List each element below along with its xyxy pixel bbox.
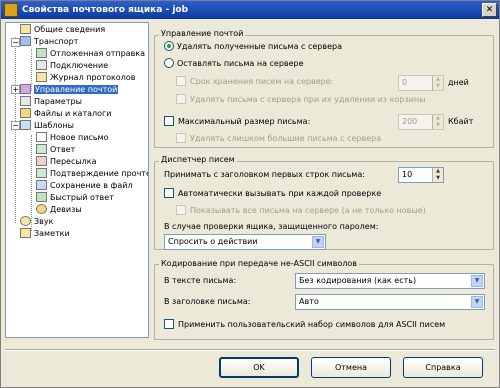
mail-management-icon [20,84,31,94]
tree-item-protocol-log[interactable]: Журнал протоколов [36,72,135,84]
quick-reply-icon [36,192,47,202]
password-check-label: В случае проверки ящика, защищенного пар… [164,222,379,231]
tree-item-forward[interactable]: Пересылка [36,156,97,168]
close-button[interactable]: ✕ [482,3,497,17]
tree-item-reply[interactable]: Ответ [36,144,75,156]
body-encoding-label: В тексте письма: [164,276,237,285]
dialog-window: Свойства почтового ящика - job ✕ Общие с… [0,0,500,388]
max-size-unit: Кбайт [448,117,474,126]
tree-item-quick-reply[interactable]: Быстрый ответ [36,192,114,204]
encoding-title: Кодирование при передаче не-ASCII символ… [159,259,360,269]
retention-unit: дней [448,78,469,87]
tree-item-sound[interactable]: Звук [20,216,53,228]
motto-icon [36,204,47,214]
keep-on-server-option[interactable]: Оставлять письма на сервере [164,58,304,70]
forward-icon [36,156,47,166]
retention-checkbox[interactable] [176,76,186,86]
sound-icon [20,216,31,226]
spinner-arrows[interactable]: ▲ ▼ [432,76,443,90]
header-encoding-label: В заголовке письма: [164,297,251,306]
delete-too-big-checkbox[interactable] [176,133,186,143]
mail-management-title: Управление почтой [159,29,246,39]
clock-icon [36,48,47,58]
help-button[interactable]: Справка [403,357,483,378]
chevron-down-icon[interactable]: ▼ [312,236,324,248]
header-encoding-select[interactable]: Авто ▼ [295,294,485,310]
settings-tree[interactable]: Общие сведения − Транспорт Отложенная от… [5,22,149,338]
delete-on-trash-checkbox[interactable] [176,94,186,104]
retention-days-spinner[interactable]: 0 ▲ ▼ [398,75,444,91]
tree-item-save-to-file[interactable]: Сохранение в файл [36,180,133,192]
tree-item-delayed-send[interactable]: Отложенная отправка [36,48,145,60]
max-size-option[interactable]: Максимальный размер письма: [164,116,310,128]
max-size-checkbox[interactable] [164,116,174,126]
mailbox-icon [4,3,18,17]
header-lines-label: Принимать с заголовком первых строк пись… [164,170,365,179]
max-size-spinner[interactable]: 200 ▲ ▼ [398,114,444,130]
read-receipt-icon [36,168,47,178]
new-letter-icon [36,132,47,142]
tree-line [15,37,16,223]
window-title: Свойства почтового ящика - job [22,5,189,15]
ok-button[interactable]: OK [219,357,299,378]
title-bar[interactable]: Свойства почтового ящика - job ✕ [1,1,499,19]
header-lines-spinner[interactable]: 10 ▲ ▼ [398,167,444,183]
tree-item-notes[interactable]: Заметки [20,228,70,240]
log-icon [36,72,47,82]
tree-item-templates[interactable]: Шаблоны [20,120,74,132]
show-all-checkbox[interactable] [176,205,186,215]
cancel-button[interactable]: Отмена [311,357,391,378]
auto-call-option[interactable]: Автоматически вызывать при каждой провер… [164,188,381,200]
tree-item-mottos[interactable]: Девизы [36,204,82,216]
retention-option[interactable]: Срок хранения писем на сервере: [176,76,333,88]
folder-icon [20,108,31,118]
spinner-arrows[interactable]: ▲ ▼ [432,115,443,129]
expander-mail-management[interactable]: + [11,85,20,94]
custom-charset-option[interactable]: Применить пользовательский набор символо… [164,319,445,331]
delete-received-option[interactable]: Удалять полученные письма с сервера [164,41,342,53]
password-action-select[interactable]: Спросить о действии ▼ [164,234,326,250]
dispatcher-title: Диспетчер писем [159,155,237,165]
tree-item-files-folders[interactable]: Файлы и каталоги [20,108,111,120]
templates-icon [20,120,31,130]
delete-received-radio[interactable] [164,41,174,51]
save-icon [36,180,47,190]
delete-too-big-option[interactable]: Удалять слишком большие письма с сервера [176,133,381,145]
chevron-down-icon[interactable]: ▼ [471,275,483,287]
expander-templates[interactable]: − [11,121,20,130]
auto-call-checkbox[interactable] [164,188,174,198]
custom-charset-checkbox[interactable] [164,319,174,329]
delete-on-trash-option[interactable]: Удалять письма с сервера при их удалении… [176,94,425,106]
tree-item-transport[interactable]: Транспорт [20,36,78,48]
info-icon [20,24,31,34]
parameters-icon [20,96,31,106]
body-encoding-select[interactable]: Без кодирования (как есть) ▼ [295,273,485,289]
chevron-down-icon[interactable]: ▼ [471,296,483,308]
tree-item-connection[interactable]: Подключение [36,60,108,72]
expander-transport[interactable]: − [11,38,20,47]
tree-item-general[interactable]: Общие сведения [20,24,105,36]
plug-icon [36,60,47,70]
reply-icon [36,144,47,154]
tree-item-new-letter[interactable]: Новое письмо [36,132,108,144]
tree-item-mail-management[interactable]: Управление почтой [20,84,119,96]
tree-item-read-receipt[interactable]: Подтверждение прочтения [36,168,148,180]
spinner-arrows[interactable]: ▲ ▼ [432,168,443,182]
network-icon [20,36,31,46]
keep-on-server-radio[interactable] [164,58,174,68]
notes-icon [20,228,31,238]
tree-item-parameters[interactable]: Параметры [20,96,82,108]
show-all-option[interactable]: Показывать все письма на сервере (а не т… [176,205,426,217]
button-separator [5,349,495,351]
